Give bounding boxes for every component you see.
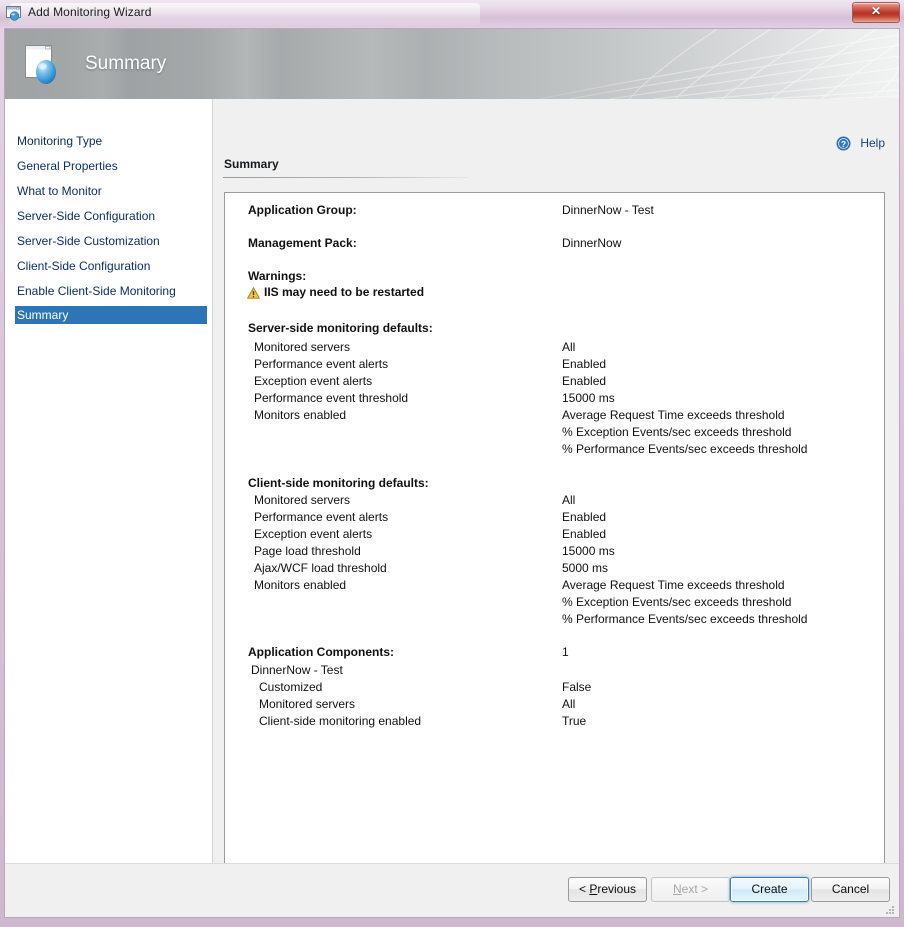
table-row: Performance event alerts xyxy=(254,357,388,371)
wizard-window-icon xyxy=(6,5,23,22)
table-row-value: 15000 ms xyxy=(562,544,615,558)
table-row-value: 15000 ms xyxy=(562,391,615,405)
svg-text:?: ? xyxy=(841,139,846,149)
table-row: Monitors enabled xyxy=(254,408,346,422)
sidebar-item-monitoring-type[interactable]: Monitoring Type xyxy=(15,132,207,150)
create-button[interactable]: Create xyxy=(730,877,809,902)
sidebar-item-what-to-monitor[interactable]: What to Monitor xyxy=(15,182,207,200)
wizard-window: Add Monitoring Wizard ✕ xyxy=(0,0,904,927)
close-icon: ✕ xyxy=(853,4,899,18)
banner-mesh-decoration xyxy=(479,29,899,99)
table-row: Monitored servers xyxy=(254,340,350,354)
application-group-label: Application Group: xyxy=(248,203,357,217)
sidebar-item-label: Enable Client-Side Monitoring xyxy=(17,284,176,298)
window-title: Add Monitoring Wizard xyxy=(28,5,151,19)
table-row: Client-side monitoring enabled xyxy=(259,714,421,728)
table-row-value: Enabled xyxy=(562,357,606,371)
table-row: Performance event alerts xyxy=(254,510,388,524)
table-row-value: % Performance Events/sec exceeds thresho… xyxy=(562,612,807,626)
server-side-defaults-title: Server-side monitoring defaults: xyxy=(248,321,433,335)
table-row: Ajax/WCF load threshold xyxy=(254,561,387,575)
table-row: Monitored servers xyxy=(259,697,355,711)
table-row: Exception event alerts xyxy=(254,527,372,541)
sidebar-item-enable-client-side-monitoring[interactable]: Enable Client-Side Monitoring xyxy=(15,282,207,300)
application-group-value: DinnerNow - Test xyxy=(562,203,654,217)
table-row-value: 5000 ms xyxy=(562,561,608,575)
table-row: Exception event alerts xyxy=(254,374,372,388)
table-row-value: % Performance Events/sec exceeds thresho… xyxy=(562,442,807,456)
application-components-title: Application Components: xyxy=(248,645,394,659)
sidebar-item-summary[interactable]: Summary xyxy=(15,306,207,324)
sidebar-item-label: What to Monitor xyxy=(17,184,102,198)
table-row-value: % Exception Events/sec exceeds threshold xyxy=(562,595,791,609)
sidebar-item-label: Summary xyxy=(17,308,68,322)
sidebar-item-label: Monitoring Type xyxy=(17,134,102,148)
sidebar-item-label: Client-Side Configuration xyxy=(17,259,150,273)
title-bar: Add Monitoring Wizard ✕ xyxy=(0,0,904,28)
sidebar-item-label: Server-Side Configuration xyxy=(17,209,155,223)
wizard-footer: < Previous Next > Create Cancel xyxy=(5,863,899,918)
next-button-label: Next > xyxy=(673,882,708,896)
table-row-value: All xyxy=(562,493,575,507)
wizard-banner: Summary xyxy=(5,29,899,99)
create-button-label: Create xyxy=(751,882,787,896)
sidebar-item-general-properties[interactable]: General Properties xyxy=(15,157,207,175)
sidebar-item-label: General Properties xyxy=(17,159,118,173)
help-circle-icon[interactable]: ? xyxy=(836,136,851,151)
next-button[interactable]: Next > xyxy=(651,877,730,902)
help-link[interactable]: Help xyxy=(860,136,885,150)
table-row-value: All xyxy=(562,697,575,711)
table-row-value: Average Request Time exceeds threshold xyxy=(562,408,785,422)
table-row: Performance event threshold xyxy=(254,391,408,405)
sidebar-item-server-side-configuration[interactable]: Server-Side Configuration xyxy=(15,207,207,225)
table-row-value: All xyxy=(562,340,575,354)
warnings-label: Warnings: xyxy=(248,269,306,283)
warning-text: IIS may need to be restarted xyxy=(264,285,424,299)
warning-triangle-icon xyxy=(247,286,260,298)
previous-button-label: < Previous xyxy=(579,882,636,896)
table-row-value: True xyxy=(562,714,586,728)
management-pack-label: Management Pack: xyxy=(248,236,357,250)
close-button[interactable]: ✕ xyxy=(852,2,900,23)
resize-grip-icon[interactable] xyxy=(883,903,895,915)
table-row-value: Enabled xyxy=(562,510,606,524)
table-row: Monitors enabled xyxy=(254,578,346,592)
banner-title: Summary xyxy=(85,53,166,75)
table-row: Customized xyxy=(259,680,322,694)
cancel-button[interactable]: Cancel xyxy=(811,877,890,902)
table-row: Monitored servers xyxy=(254,493,350,507)
application-components-count: 1 xyxy=(562,645,569,659)
table-row-value: False xyxy=(562,680,591,694)
sidebar-item-client-side-configuration[interactable]: Client-Side Configuration xyxy=(15,257,207,275)
previous-button[interactable]: < Previous xyxy=(568,877,647,902)
sidebar-item-server-side-customization[interactable]: Server-Side Customization xyxy=(15,232,207,250)
table-row-value: Average Request Time exceeds threshold xyxy=(562,578,785,592)
cancel-button-label: Cancel xyxy=(832,882,869,896)
summary-panel: Application Group: DinnerNow - Test Mana… xyxy=(224,192,885,869)
table-row: Page load threshold xyxy=(254,544,361,558)
page-title-divider xyxy=(223,177,468,178)
table-row-value: Enabled xyxy=(562,527,606,541)
sidebar-item-label: Server-Side Customization xyxy=(17,234,160,248)
management-pack-value: DinnerNow xyxy=(562,236,621,250)
wizard-step-sidebar: Monitoring Type General Properties What … xyxy=(5,99,213,863)
wizard-sphere-icon xyxy=(23,43,67,87)
table-row-value: % Exception Events/sec exceeds threshold xyxy=(562,425,791,439)
wizard-content-pane: ? Help Summary Application Group: Dinner… xyxy=(213,99,899,863)
table-row-value: Enabled xyxy=(562,374,606,388)
client-side-defaults-title: Client-side monitoring defaults: xyxy=(248,476,429,490)
component-name: DinnerNow - Test xyxy=(251,663,343,677)
page-title: Summary xyxy=(224,157,279,171)
wizard-client-area: Summary Monitoring Type General Properti… xyxy=(4,28,900,918)
